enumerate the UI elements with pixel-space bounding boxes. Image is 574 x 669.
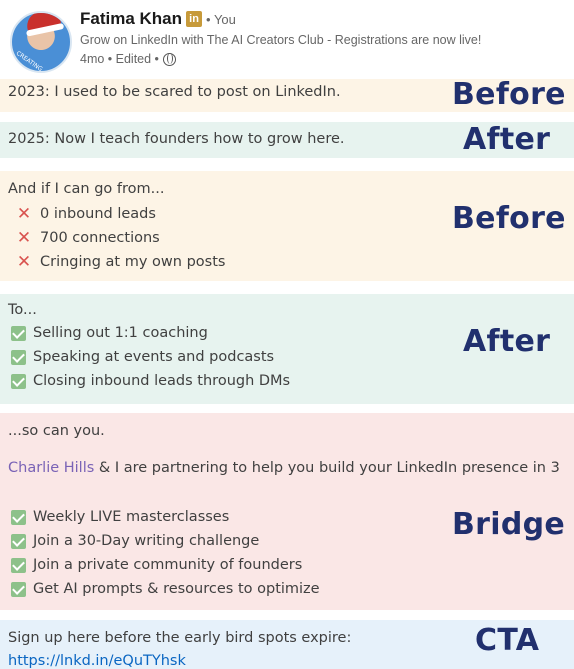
mention-link[interactable]: Charlie Hills bbox=[8, 460, 94, 476]
list-item-text: Speaking at events and podcasts bbox=[33, 349, 275, 365]
list-item-text: Cringing at my own posts bbox=[40, 254, 226, 270]
list-item-text: Selling out 1:1 coaching bbox=[33, 325, 208, 341]
after-1-text: 2025: Now I teach founders how to grow h… bbox=[8, 131, 345, 147]
post-meta: 4mo • Edited • bbox=[80, 52, 176, 66]
list-item: ✕ 700 connections bbox=[15, 228, 160, 248]
check-mark-icon bbox=[11, 557, 26, 573]
avatar[interactable]: CREATING bbox=[10, 11, 72, 73]
list-item: ✕ Cringing at my own posts bbox=[15, 252, 226, 272]
list-item-text: 700 connections bbox=[40, 230, 160, 246]
before-2-tag: Before bbox=[452, 201, 566, 236]
after-2-tag: After bbox=[463, 324, 551, 359]
cross-mark-icon: ✕ bbox=[16, 228, 32, 248]
cta-block: Sign up here before the early bird spots… bbox=[0, 620, 574, 669]
list-item: ✕ 0 inbound leads bbox=[15, 204, 156, 224]
list-item: Speaking at events and podcasts bbox=[9, 349, 274, 365]
list-item-text: Join a private community of founders bbox=[33, 557, 303, 573]
post-meta-text: 4mo • Edited • bbox=[80, 52, 159, 66]
check-mark-icon bbox=[11, 533, 26, 549]
bridge-tag: Bridge bbox=[452, 507, 566, 542]
name-row: Fatima Khan in • You bbox=[80, 8, 236, 30]
post-header: CREATING Fatima Khan in • You Grow on Li… bbox=[0, 0, 574, 78]
after-block-1: 2025: Now I teach founders how to grow h… bbox=[0, 122, 574, 158]
check-mark-icon bbox=[11, 509, 26, 525]
list-item-text: Get AI prompts & resources to optimize bbox=[33, 581, 320, 597]
check-mark-icon bbox=[11, 581, 26, 597]
bridge-block: ...so can you. Charlie Hills & I are par… bbox=[0, 413, 574, 610]
list-item-text: Join a 30-Day writing challenge bbox=[33, 533, 260, 549]
globe-icon bbox=[162, 52, 176, 66]
avatar-badge-text: CREATING bbox=[14, 49, 44, 73]
before-2-intro: And if I can go from... bbox=[8, 181, 165, 197]
list-item-text: Weekly LIVE masterclasses bbox=[33, 509, 230, 525]
author-headline: Grow on LinkedIn with The AI Creators Cl… bbox=[80, 33, 482, 47]
check-mark-icon bbox=[11, 349, 26, 365]
author-name[interactable]: Fatima Khan bbox=[80, 9, 182, 29]
after-2-intro: To... bbox=[8, 302, 37, 318]
list-item: Get AI prompts & resources to optimize bbox=[9, 581, 320, 597]
cta-link[interactable]: https://lnkd.in/eQuTYhsk bbox=[8, 653, 186, 669]
list-item-text: 0 inbound leads bbox=[40, 206, 156, 222]
cta-tag: CTA bbox=[475, 623, 540, 658]
bridge-line-1: ...so can you. bbox=[8, 423, 105, 439]
list-item: Join a private community of founders bbox=[9, 557, 302, 573]
before-1-text: 2023: I used to be scared to post on Lin… bbox=[8, 84, 341, 100]
before-1-tag: Before bbox=[452, 77, 566, 112]
check-mark-icon bbox=[11, 373, 26, 389]
before-block-1: 2023: I used to be scared to post on Lin… bbox=[0, 77, 574, 112]
list-item: Join a 30-Day writing challenge bbox=[9, 533, 259, 549]
cross-mark-icon: ✕ bbox=[16, 252, 32, 272]
list-item-text: Closing inbound leads through DMs bbox=[33, 373, 291, 389]
linkedin-icon: in bbox=[186, 11, 203, 27]
check-mark-icon bbox=[11, 325, 26, 341]
bridge-line-2-rest: & I are partnering to help you build you… bbox=[94, 460, 560, 476]
list-item: Selling out 1:1 coaching bbox=[9, 325, 208, 341]
cta-text: Sign up here before the early bird spots… bbox=[8, 630, 352, 646]
list-item: Weekly LIVE masterclasses bbox=[9, 509, 229, 525]
before-block-2: And if I can go from... ✕ 0 inbound lead… bbox=[0, 171, 574, 281]
after-1-tag: After bbox=[463, 122, 551, 157]
you-label: • You bbox=[206, 11, 236, 27]
santa-hat-icon bbox=[24, 13, 62, 33]
cross-mark-icon: ✕ bbox=[16, 204, 32, 224]
after-block-2: To... Selling out 1:1 coaching Speaking … bbox=[0, 294, 574, 404]
list-item: Closing inbound leads through DMs bbox=[9, 373, 290, 389]
bridge-line-2: Charlie Hills & I are partnering to help… bbox=[8, 460, 560, 476]
